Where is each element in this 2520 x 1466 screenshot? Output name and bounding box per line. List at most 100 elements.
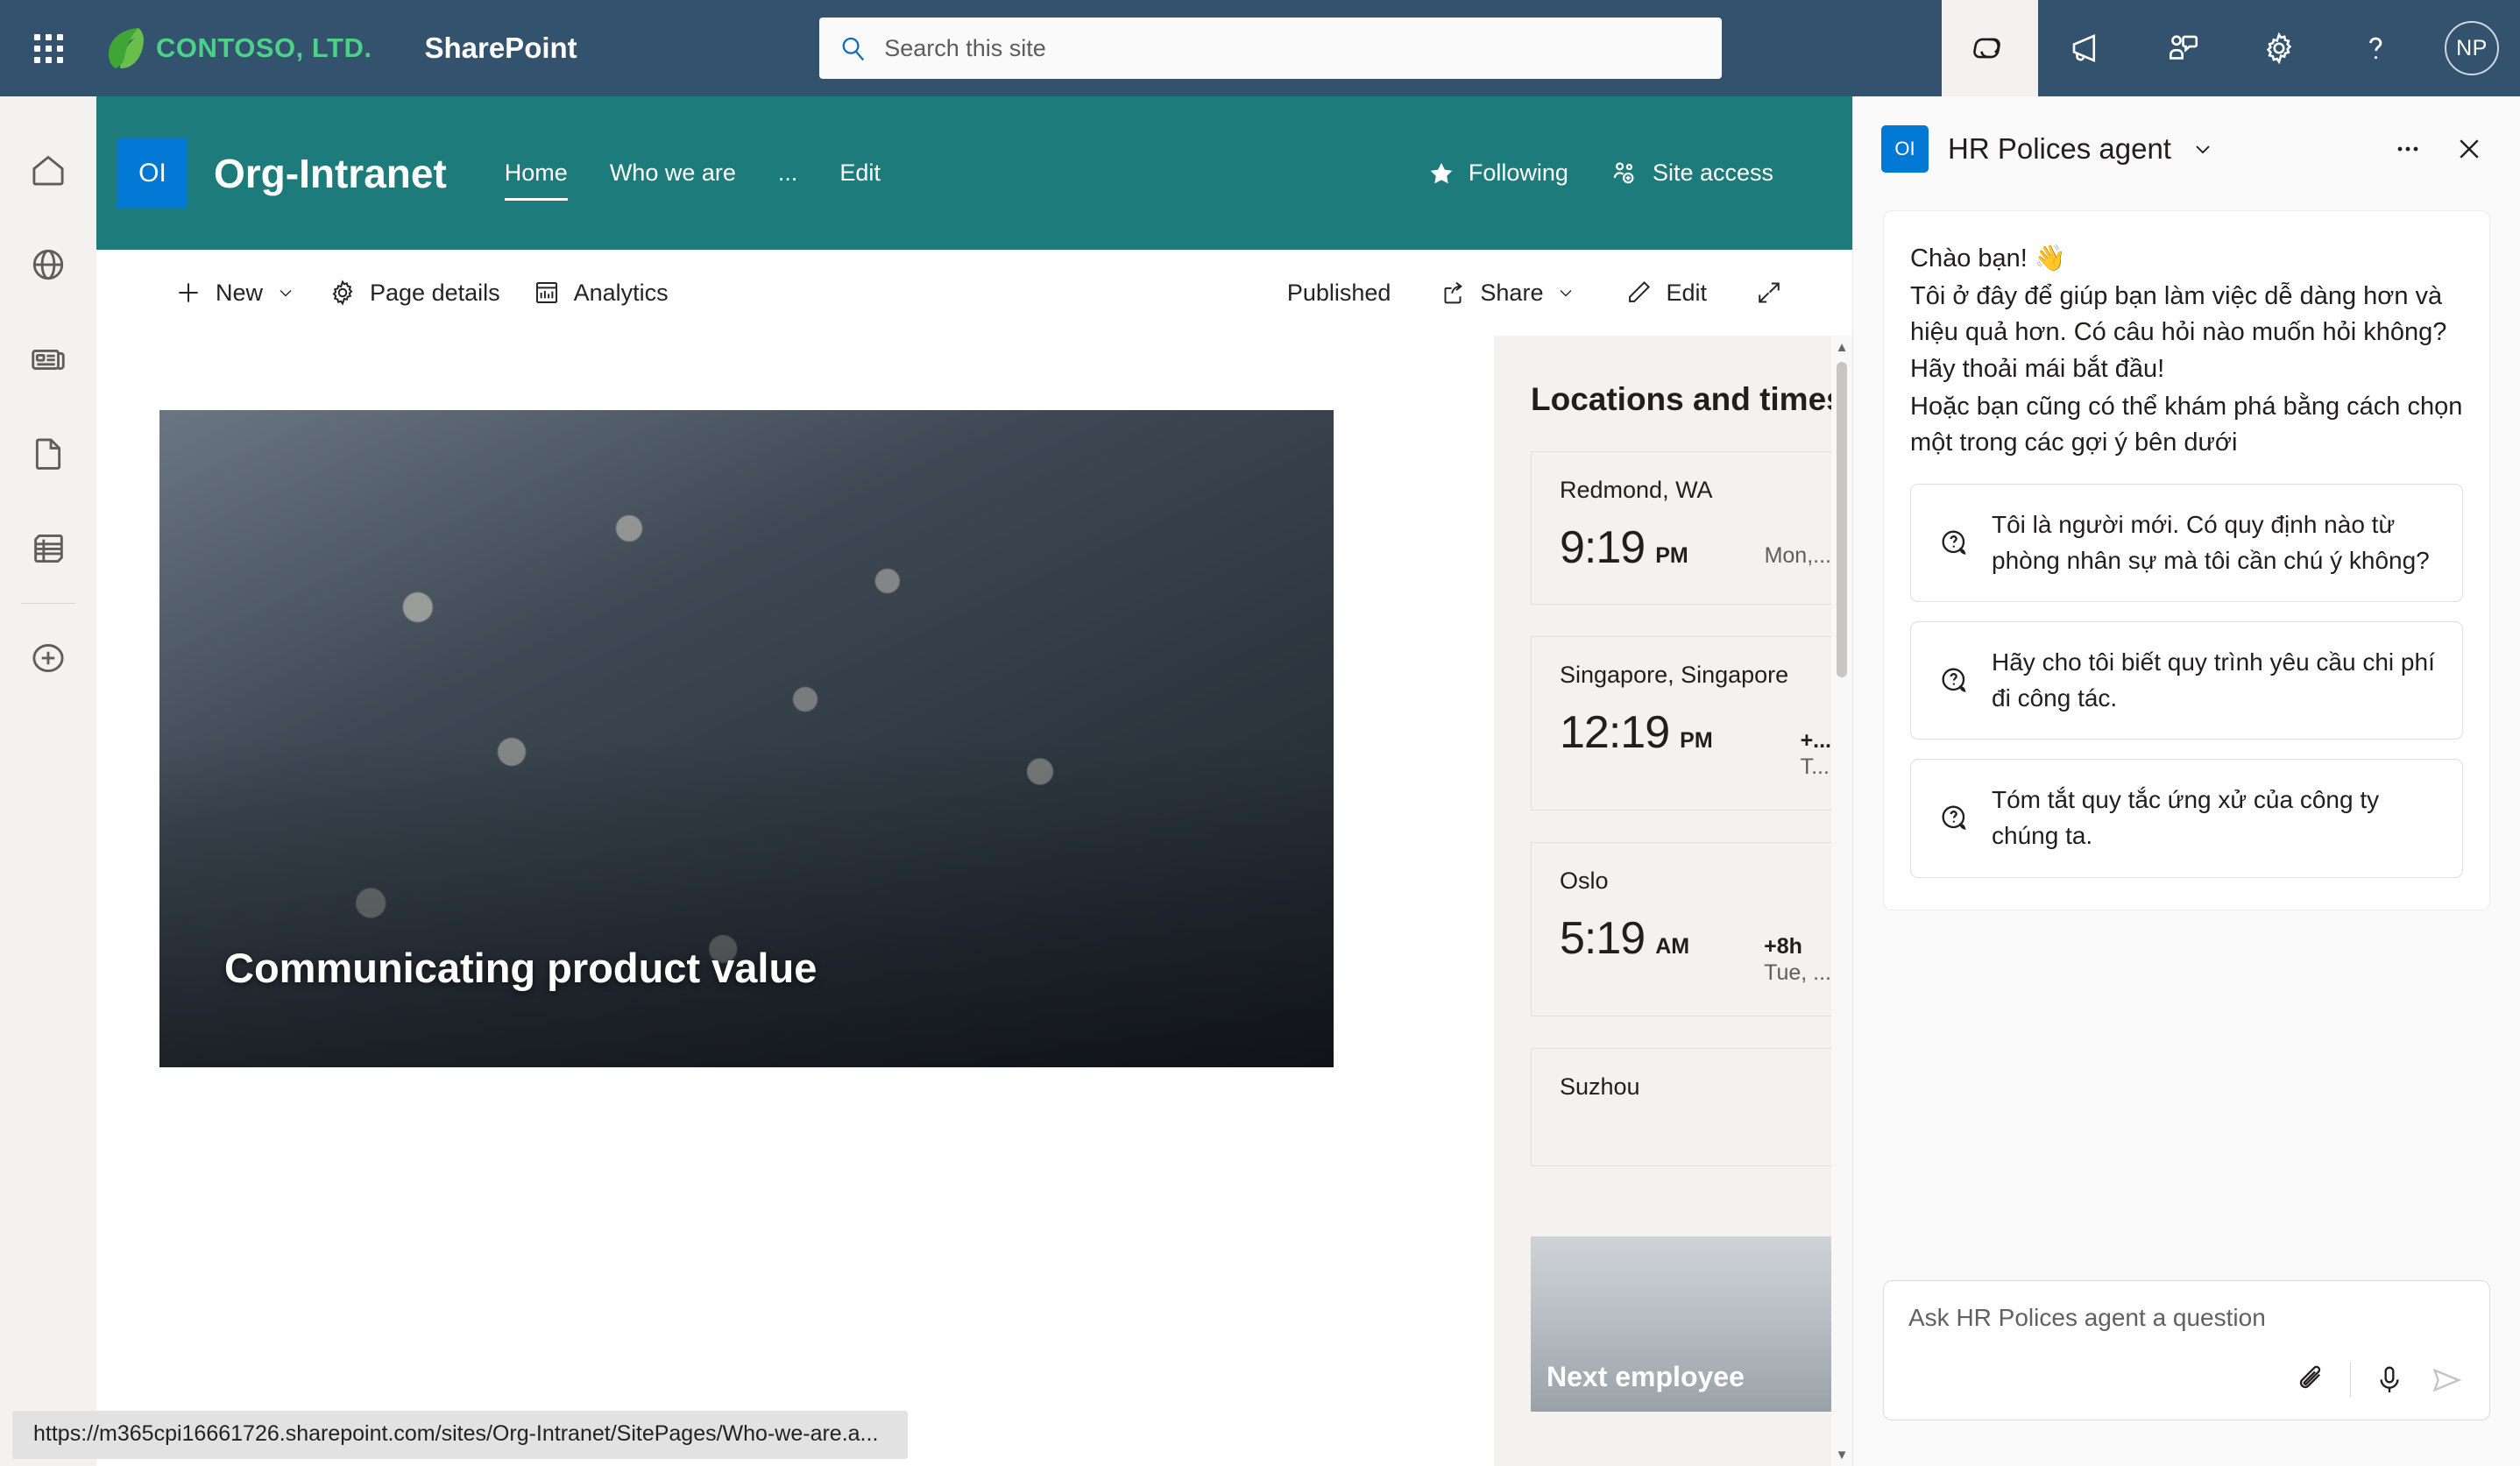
document-icon [35, 438, 61, 470]
copilot-button[interactable] [1942, 0, 2038, 96]
location-card[interactable]: Oslo 5:19 AM +8h Tue, ... [1531, 842, 1852, 1017]
divider [2350, 1363, 2351, 1398]
app-name: SharePoint [424, 32, 577, 64]
site-header-actions: Following Site access [1426, 158, 1773, 189]
chevron-down-icon [280, 290, 292, 297]
suggestion-chip[interactable]: Tóm tắt quy tắc ứng xử của công ty chúng… [1910, 759, 2463, 878]
chat-input-area[interactable] [1883, 1280, 2490, 1420]
search-input[interactable] [884, 34, 1702, 62]
attach-file-button[interactable] [2294, 1363, 2329, 1398]
nav-item-edit[interactable]: Edit [818, 151, 902, 195]
new-button[interactable]: New [158, 271, 312, 315]
paperclip-icon [2299, 1365, 2321, 1389]
location-day: Tue, ... [1764, 960, 1831, 986]
globe-icon [32, 249, 64, 280]
full-screen-button[interactable] [1738, 271, 1800, 315]
brand-name: CONTOSO, LTD. [156, 32, 372, 63]
nav-item-overflow[interactable]: ... [757, 151, 819, 195]
rail-item-news[interactable] [0, 312, 96, 407]
suggestion-text: Hãy cho tôi biết quy trình yêu cầu chi p… [1992, 648, 2435, 712]
chevron-down-icon [1560, 290, 1572, 297]
site-title: Org-Intranet [214, 150, 447, 196]
site-navigation: Home Who we are ... Edit [484, 151, 902, 201]
scroll-down-arrow[interactable]: ▼ [1831, 1443, 1852, 1466]
nav-item-who-we-are[interactable]: Who we are [589, 151, 757, 195]
send-button[interactable] [2428, 1362, 2465, 1399]
chat-input-actions [1908, 1362, 2465, 1399]
contoso-logo[interactable]: CONTOSO, LTD. [103, 25, 372, 71]
suggestion-text: Tóm tắt quy tắc ứng xử của công ty chúng… [1992, 786, 2380, 849]
nav-item-home[interactable]: Home [484, 151, 589, 201]
site-access-button[interactable]: Site access [1609, 158, 1773, 189]
copilot-icon [1973, 38, 2000, 59]
edit-label: Edit [1666, 279, 1707, 306]
waffle-icon [33, 33, 63, 63]
status-bar-url: https://m365cpi16661726.sharepoint.com/s… [12, 1411, 909, 1459]
search-box[interactable] [819, 18, 1722, 79]
welcome-line: Tôi ở đây để giúp bạn làm việc dễ dàng h… [1910, 282, 2447, 383]
rail-item-my-sites[interactable] [0, 217, 96, 312]
close-panel-button[interactable] [2453, 133, 2485, 165]
hero-caption: Communicating product value [224, 945, 818, 991]
command-bar-right: Published Share Edit [1271, 271, 1800, 315]
settings-button[interactable] [2231, 0, 2327, 96]
rail-item-create[interactable] [0, 611, 96, 705]
analytics-icon [535, 281, 557, 304]
user-avatar-button[interactable]: NP [2424, 0, 2520, 96]
location-time: 9:19 [1560, 522, 1646, 574]
scroll-up-arrow[interactable]: ▲ [1831, 336, 1852, 358]
chat-input[interactable] [1908, 1304, 2465, 1332]
location-card[interactable]: Suzhou [1531, 1048, 1852, 1167]
megaphone-icon [2072, 34, 2096, 62]
voice-input-button[interactable] [2372, 1363, 2407, 1398]
page-details-button[interactable]: Page details [312, 271, 516, 315]
left-navigation-rail [0, 96, 96, 1466]
send-icon [2432, 1368, 2462, 1392]
location-card[interactable]: Redmond, WA 9:19 PM Mon,... [1531, 451, 1852, 606]
copilot-header-actions [2392, 133, 2485, 165]
share-button[interactable]: Share [1422, 271, 1592, 315]
rail-item-files[interactable] [0, 407, 96, 501]
suggestion-chip[interactable]: Hãy cho tôi biết quy trình yêu cầu chi p… [1910, 621, 2463, 740]
rail-item-home[interactable] [0, 123, 96, 217]
site-access-icon [1613, 161, 1634, 183]
site-logo[interactable]: OI [117, 138, 188, 209]
ellipsis-icon [2397, 146, 2418, 152]
locations-and-times-webpart: Locations and times Redmond, WA 9:19 PM … [1494, 336, 1852, 1466]
app-launcher-button[interactable] [0, 0, 96, 96]
whats-new-button[interactable] [2038, 0, 2134, 96]
suggestion-list: Tôi là người mới. Có quy định nào từ phò… [1910, 484, 2463, 878]
rail-item-lists[interactable] [0, 501, 96, 596]
question-bubble-icon [1942, 805, 1966, 830]
location-name: Oslo [1560, 868, 1609, 895]
more-options-button[interactable] [2392, 133, 2424, 165]
following-button[interactable]: Following [1426, 159, 1568, 188]
gear-icon [2266, 32, 2292, 65]
location-ampm: AM [1655, 934, 1690, 960]
chevron-down-icon[interactable] [2191, 137, 2215, 161]
scrollbar-thumb[interactable] [1837, 362, 1847, 677]
help-button[interactable] [2327, 0, 2424, 96]
location-ampm: PM [1680, 728, 1713, 754]
collaborate-button[interactable] [2134, 0, 2231, 96]
gear-icon [332, 280, 353, 306]
edit-page-button[interactable]: Edit [1608, 271, 1723, 315]
suggestion-chip[interactable]: Tôi là người mới. Có quy định nào từ phò… [1910, 484, 2463, 603]
location-time: 12:19 [1560, 707, 1670, 759]
leaf-icon [109, 28, 144, 69]
site-access-label: Site access [1652, 159, 1773, 186]
new-label: New [216, 279, 264, 306]
question-bubble-icon [1942, 668, 1966, 692]
analytics-button[interactable]: Analytics [516, 271, 684, 315]
home-icon [32, 155, 64, 186]
webpart-image-caption: Next employee [1547, 1361, 1745, 1393]
hero-webpart[interactable]: Communicating product value [159, 410, 1334, 1067]
agent-logo: OI [1881, 125, 1929, 173]
location-ampm: PM [1655, 543, 1688, 569]
site-logo-initials: OI [138, 158, 166, 188]
canvas-scrollbar[interactable]: ▲ ▼ [1831, 336, 1852, 1466]
copilot-header: OI HR Polices agent [1853, 96, 2520, 202]
location-day: Mon,... [1764, 543, 1831, 569]
star-icon [1430, 162, 1453, 183]
location-card[interactable]: Singapore, Singapore 12:19 PM +... T... [1531, 636, 1852, 811]
